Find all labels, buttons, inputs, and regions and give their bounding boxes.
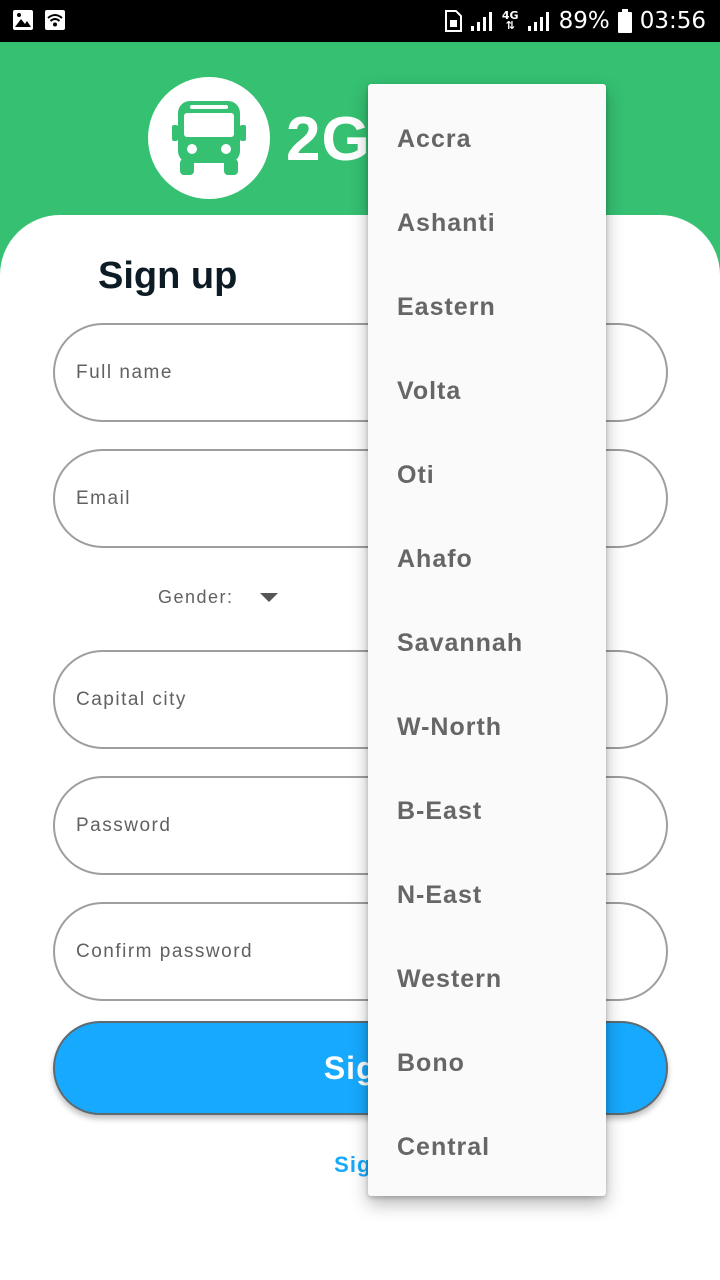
- dropdown-item-label: Ahafo: [397, 545, 473, 573]
- wifi-icon: [45, 10, 65, 30]
- dropdown-item-label: W-North: [397, 713, 503, 741]
- chevron-down-icon[interactable]: [259, 593, 278, 602]
- bus-icon: [172, 101, 246, 175]
- dropdown-item-accra[interactable]: Accra: [368, 97, 606, 181]
- dropdown-item-b-east[interactable]: B-East: [368, 769, 606, 853]
- sim-icon: [444, 10, 462, 32]
- app-title: 2G: [286, 105, 371, 174]
- signup-card: Sign up Full name Email Gender: Capital …: [0, 215, 720, 1280]
- email-placeholder: Email: [76, 488, 132, 509]
- region-dropdown-menu: Accra Ashanti Eastern Volta Oti Ahafo Sa…: [368, 84, 606, 1196]
- gender-label: Gender:: [158, 587, 234, 607]
- dropdown-item-label: Eastern: [397, 293, 496, 321]
- capital-city-placeholder: Capital city: [76, 689, 187, 710]
- battery-percent: 89%: [558, 8, 610, 34]
- dropdown-item-central[interactable]: Central: [368, 1105, 606, 1189]
- dropdown-item-ahafo[interactable]: Ahafo: [368, 517, 606, 601]
- gender-select[interactable]: Gender:: [158, 587, 278, 608]
- dropdown-item-w-north[interactable]: W-North: [368, 685, 606, 769]
- app-logo: [148, 77, 270, 199]
- network-type: 4G ⇅: [502, 10, 519, 32]
- sign-in-link[interactable]: Sign: [0, 1152, 720, 1178]
- dropdown-item-label: Central: [397, 1133, 491, 1161]
- dropdown-item-label: Western: [397, 965, 503, 993]
- password-placeholder: Password: [76, 815, 172, 836]
- dropdown-item-label: Accra: [397, 125, 472, 153]
- network-arrows-icon: ⇅: [505, 19, 515, 32]
- dropdown-item-label: Bono: [397, 1049, 465, 1077]
- dropdown-item-oti[interactable]: Oti: [368, 433, 606, 517]
- dropdown-item-n-east[interactable]: N-East: [368, 853, 606, 937]
- dropdown-item-label: Ashanti: [397, 209, 496, 237]
- status-bar: 4G ⇅ 89% 03:56: [0, 0, 720, 42]
- dropdown-item-label: N-East: [397, 881, 483, 909]
- page-title: Sign up: [98, 255, 238, 297]
- dropdown-item-savannah[interactable]: Savannah: [368, 601, 606, 685]
- battery-icon: [617, 9, 632, 33]
- dropdown-item-label: B-East: [397, 797, 483, 825]
- full-name-placeholder: Full name: [76, 362, 173, 383]
- status-left-icons: [12, 9, 66, 31]
- dropdown-item-label: Volta: [397, 377, 462, 405]
- dropdown-item-western[interactable]: Western: [368, 937, 606, 1021]
- dropdown-item-label: Savannah: [397, 629, 524, 657]
- signal-icon: [527, 12, 549, 31]
- dropdown-item-bono[interactable]: Bono: [368, 1021, 606, 1105]
- dropdown-item-eastern[interactable]: Eastern: [368, 265, 606, 349]
- signal-icon: [470, 12, 492, 31]
- dropdown-item-ashanti[interactable]: Ashanti: [368, 181, 606, 265]
- status-right-icons: 4G ⇅ 89% 03:56: [444, 6, 706, 36]
- image-icon: [13, 10, 33, 30]
- clock: 03:56: [639, 8, 706, 34]
- dropdown-item-volta[interactable]: Volta: [368, 349, 606, 433]
- confirm-password-placeholder: Confirm password: [76, 941, 254, 962]
- dropdown-item-label: Oti: [397, 461, 435, 489]
